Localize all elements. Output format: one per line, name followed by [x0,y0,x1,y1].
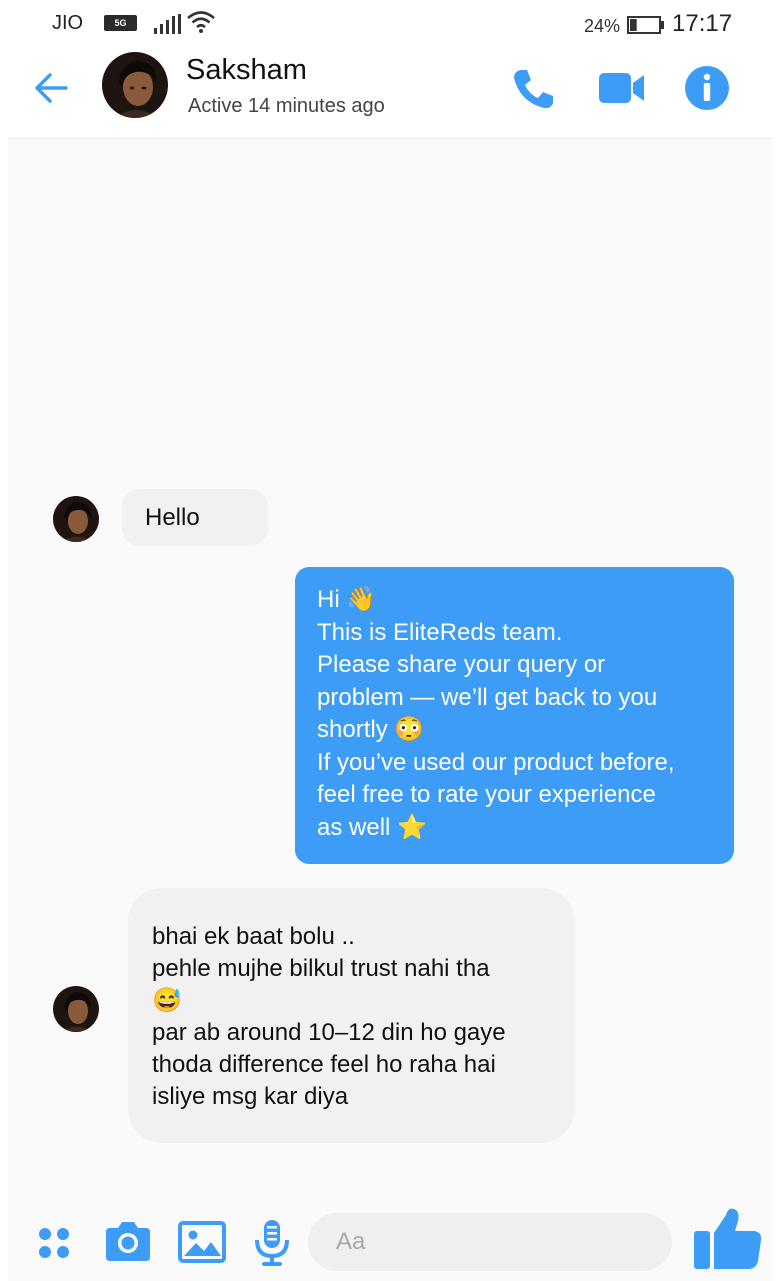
battery-icon [627,16,664,34]
message-text: Hello [145,504,200,531]
clock: 17:17 [672,10,733,37]
back-button[interactable] [30,66,74,110]
battery-percent: 24% [584,16,621,36]
message-composer [8,1205,772,1281]
message-line: isliye msg kar diya [152,1083,349,1110]
message-line: This is EliteReds team. [317,618,563,646]
message-line: 😅 [152,987,182,1014]
network-badge: 5G [104,15,137,31]
message-line: shortly 😳 [317,716,425,743]
microphone-icon [255,1220,289,1266]
message-bubble-incoming[interactable]: bhai ek baat bolu .. pehle mujhe bilkul … [128,888,575,1143]
phone-icon [514,70,553,109]
message-line: as well ⭐ [317,813,427,841]
gallery-icon [178,1221,226,1263]
message-text-block: bhai ek baat bolu .. pehle mujhe bilkul … [152,921,506,1113]
message-line: Hi 👋 [317,586,377,613]
signal-icon [154,14,181,34]
message-line: thoda difference feel ho raha hai [152,1051,496,1078]
contact-avatar[interactable] [102,52,168,118]
back-arrow-icon [35,73,68,103]
info-icon [685,66,729,110]
info-button[interactable] [683,64,731,112]
apps-icon [39,1228,69,1258]
message-line: bhai ek baat bolu .. [152,923,355,950]
camera-button[interactable] [102,1219,154,1265]
conversation-header: Saksham Active 14 minutes ago [8,46,772,139]
apps-button[interactable] [34,1223,74,1263]
carrier-label: JIO [52,12,84,34]
sender-avatar[interactable] [53,986,99,1032]
message-line: Please share your query or [317,651,606,678]
gallery-button[interactable] [178,1221,226,1263]
message-bubble-outgoing[interactable]: Hi 👋 This is EliteReds team. Please shar… [295,567,734,864]
message-line: feel free to rate your experience [317,781,656,808]
message-line: par ab around 10–12 din ho gaye [152,1019,506,1046]
message-text-block: Hi 👋 This is EliteReds team. Please shar… [317,584,675,844]
like-button[interactable] [692,1205,764,1273]
microphone-button[interactable] [252,1218,292,1268]
video-call-button[interactable] [596,66,648,110]
message-line: pehle mujhe bilkul trust nahi tha [152,955,490,982]
message-line: If you’ve used our product before, [317,748,675,776]
avatar-photo [53,986,99,1032]
video-camera-icon [599,73,644,103]
avatar-photo [102,52,168,118]
camera-icon [106,1222,150,1261]
voice-call-button[interactable] [508,64,558,114]
contact-name[interactable]: Saksham [186,54,307,87]
message-bubble-incoming[interactable]: Hello [122,489,268,546]
avatar-photo [53,496,99,542]
wifi-icon [187,11,215,33]
sender-avatar[interactable] [53,496,99,542]
message-line: problem — we’ll get back to you [317,683,658,711]
active-status: Active 14 minutes ago [188,95,385,117]
status-bar: JIO 5G 24% 17:17 [8,0,772,46]
thumbs-up-icon [694,1208,762,1269]
message-input[interactable] [308,1213,672,1271]
